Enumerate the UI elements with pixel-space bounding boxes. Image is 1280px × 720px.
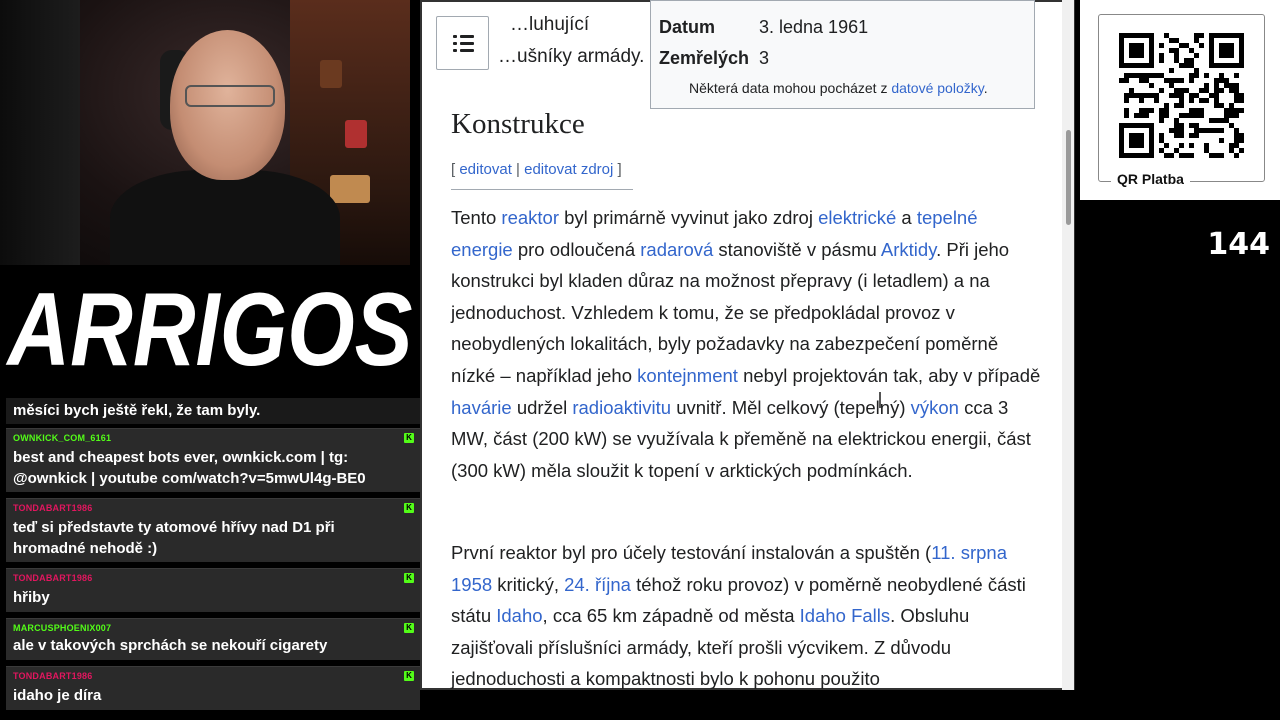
edit-separator: | bbox=[511, 161, 525, 178]
article-text: pro odloučená bbox=[512, 238, 641, 260]
viewer-count: 144 bbox=[1207, 227, 1270, 262]
article-link[interactable]: výkon bbox=[911, 397, 959, 418]
chat-message: měsíci bych ještě řekl, že tam byly. bbox=[6, 398, 420, 424]
article-text: . Při jeho konstrukci byl kladen důraz n… bbox=[451, 238, 1010, 386]
infobox-deaths-label: Zemřelých bbox=[659, 48, 750, 68]
chat-message-text: best and cheapest bots ever, ownkick.com… bbox=[13, 449, 366, 487]
article-text: stanoviště v pásmu bbox=[713, 238, 881, 260]
chat-message: TONDABART1986 K hřiby bbox=[6, 568, 420, 612]
infobox-date-label: Datum bbox=[659, 17, 716, 37]
channel-logo: ARRIGOS bbox=[0, 265, 420, 395]
wikidata-link[interactable]: datové položky bbox=[891, 80, 983, 96]
article-link[interactable]: Idaho Falls bbox=[800, 605, 891, 626]
chat-panel: měsíci bych ještě řekl, že tam byly. OWN… bbox=[0, 396, 420, 720]
article-paragraph: Tento reaktor byl primárně vyvinut jako … bbox=[451, 202, 1041, 486]
kick-badge-icon: K bbox=[404, 671, 414, 681]
article-text: udržel bbox=[511, 396, 573, 418]
table-of-contents-button[interactable] bbox=[436, 16, 489, 70]
kick-badge-icon: K bbox=[404, 623, 414, 633]
article-text: a bbox=[896, 207, 917, 228]
article-link[interactable]: Arktidy bbox=[881, 239, 936, 260]
article-link[interactable]: elektrické bbox=[818, 207, 896, 228]
qr-frame bbox=[1098, 14, 1265, 182]
scrollbar-thumb[interactable] bbox=[1066, 130, 1071, 225]
article-text: byl primárně vyvinut jako zdroj bbox=[558, 207, 819, 228]
logo-text: ARRIGOS bbox=[5, 272, 413, 388]
qr-label: QR Platba bbox=[1111, 171, 1190, 187]
previous-text-line: …ušníky armády. bbox=[498, 46, 645, 67]
article-link[interactable]: radarová bbox=[640, 239, 713, 260]
article-text: , cca 65 km západně od města bbox=[542, 605, 800, 627]
chat-message: TONDABART1986 K teď si představte ty ato… bbox=[6, 498, 420, 562]
article-link[interactable]: radioaktivitu bbox=[572, 397, 671, 418]
article-text: uvnitř. Měl celkový (tepelný) bbox=[671, 396, 911, 418]
webcam-feed bbox=[0, 0, 410, 265]
chat-message-text: idaho je díra bbox=[13, 687, 102, 704]
glasses bbox=[185, 85, 275, 107]
article-link[interactable]: kontejnment bbox=[637, 365, 738, 386]
infobox-note-end: . bbox=[983, 80, 988, 96]
article-link[interactable]: reaktor bbox=[501, 207, 559, 228]
chat-username[interactable]: OWNKICK_COM_6161 bbox=[13, 433, 111, 443]
scrollbar-track[interactable] bbox=[1062, 0, 1074, 690]
kick-badge-icon: K bbox=[404, 433, 414, 443]
article-text: nebyl projektován tak, aby v případě bbox=[737, 364, 1041, 386]
article-text: První reaktor byl pro účely testování in… bbox=[451, 542, 932, 563]
chat-message: OWNKICK_COM_6161 K best and cheapest bot… bbox=[6, 428, 420, 492]
chat-username[interactable]: TONDABART1986 bbox=[13, 573, 92, 583]
acoustic-foam-wall bbox=[0, 0, 80, 265]
kick-badge-icon: K bbox=[404, 503, 414, 513]
article-text: Tento bbox=[451, 207, 502, 228]
chat-message-text: ale v takových sprchách se nekouří cigar… bbox=[13, 637, 328, 654]
infobox-note-text: Některá data mohou pocházet z bbox=[689, 80, 892, 96]
qr-code-icon bbox=[1119, 33, 1244, 158]
shelf-box bbox=[330, 175, 370, 203]
edit-link[interactable]: editovat bbox=[459, 161, 512, 178]
article-link[interactable]: 24. října bbox=[564, 574, 631, 595]
chat-message-text: teď si představte ty atomové hřívy nad D… bbox=[13, 519, 335, 557]
infobox: Datum 3. ledna 1961 Zemřelých 3 Některá … bbox=[650, 0, 1035, 109]
edit-links: [ editovat | editovat zdroj ] bbox=[451, 161, 622, 178]
chat-username[interactable]: TONDABART1986 bbox=[13, 503, 92, 513]
article-link[interactable]: Idaho bbox=[496, 605, 542, 626]
chat-message-text: hřiby bbox=[13, 589, 50, 606]
infobox-date-value: 3. ledna 1961 bbox=[759, 17, 869, 37]
text-cursor bbox=[879, 392, 881, 408]
previous-text-line: …luhující bbox=[510, 14, 590, 35]
article-paragraph: První reaktor byl pro účely testování in… bbox=[451, 537, 1041, 695]
edit-source-link[interactable]: editovat zdroj bbox=[524, 161, 613, 178]
section-heading: Konstrukce bbox=[451, 108, 585, 140]
chat-message: MARCUSPHOENIX007 K ale v takových sprchá… bbox=[6, 618, 420, 660]
edit-bracket: ] bbox=[613, 161, 622, 178]
shelf-figure bbox=[345, 120, 367, 148]
chat-username[interactable]: MARCUSPHOENIX007 bbox=[13, 623, 111, 633]
heading-divider bbox=[451, 189, 633, 190]
kick-badge-icon: K bbox=[404, 573, 414, 583]
infobox-deaths-value: 3 bbox=[759, 48, 770, 68]
chat-message: TONDABART1986 K idaho je díra bbox=[6, 666, 420, 710]
chat-message-text: měsíci bych ještě řekl, že tam byly. bbox=[13, 402, 261, 419]
chat-username[interactable]: TONDABART1986 bbox=[13, 671, 92, 681]
article-link[interactable]: havárie bbox=[451, 397, 512, 418]
infobox-note: Některá data mohou pocházet z datové pol… bbox=[689, 80, 988, 96]
streamer-body bbox=[110, 170, 340, 265]
article-text: kritický, bbox=[492, 573, 565, 595]
shelf-figure bbox=[320, 60, 342, 88]
